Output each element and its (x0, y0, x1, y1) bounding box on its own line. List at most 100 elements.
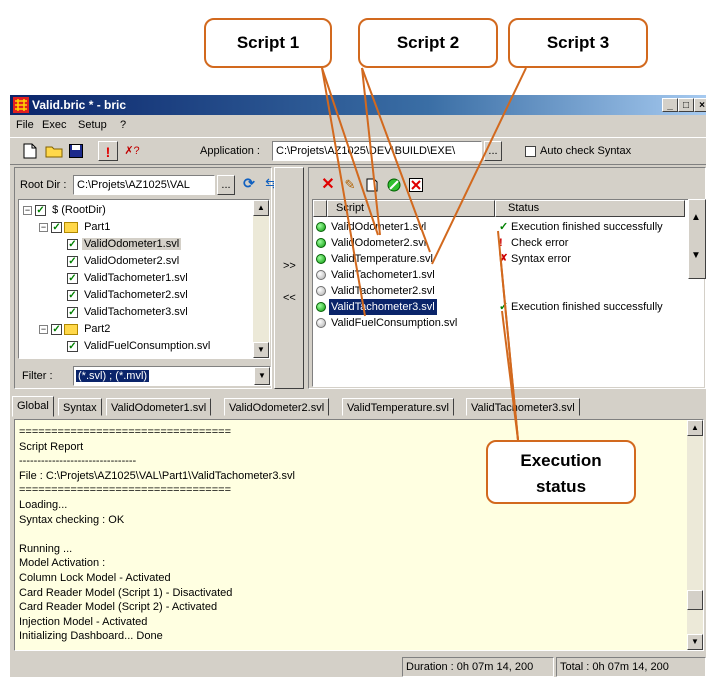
script-row[interactable]: ValidOdometer2.svl! Check error (313, 235, 685, 251)
tab-1[interactable]: Syntax (58, 398, 102, 416)
tree-scrollbar[interactable]: ▲ ▼ (253, 200, 269, 358)
new-script-icon[interactable] (362, 175, 382, 195)
tab-2[interactable]: ValidOdometer1.svl (106, 398, 212, 416)
tree-item-file[interactable]: ✓ ValidOdometer2.svl (55, 253, 181, 270)
tree-item-root[interactable]: − ✓ $ (RootDir) (23, 202, 108, 219)
root-dir-browse-button[interactable]: ... (217, 175, 235, 195)
tree-item-label: ValidFuelConsumption.svl (84, 340, 211, 352)
edit-icon[interactable]: ✎ (340, 175, 360, 195)
scroll-down-icon[interactable]: ▼ (687, 634, 703, 650)
col-header-status[interactable]: Status (495, 200, 685, 217)
status-icon: ✓ (499, 301, 509, 313)
tree-item-file[interactable]: ✓ ValidTachometer2.svl (55, 287, 190, 304)
tab-4[interactable]: ValidTemperature.svl (342, 398, 454, 416)
remove-script-button[interactable]: << (283, 292, 296, 304)
tree-checkbox[interactable]: ✓ (67, 272, 78, 284)
script-name: ValidTachometer3.svl (329, 299, 437, 315)
menu-file[interactable]: File (16, 119, 34, 131)
tree-item-label: ValidTachometer3.svl (84, 306, 188, 318)
menu-setup[interactable]: Setup (78, 119, 107, 131)
clear-status-icon[interactable] (406, 175, 426, 195)
log-line: Loading... (19, 499, 68, 511)
script-row[interactable]: ValidTachometer3.svl ✓ Execution finished … (313, 299, 685, 315)
file-tree: − ✓ $ (RootDir) − ✓ Part1 ✓ ValidOdometer1.sv… (18, 199, 270, 359)
status-text: Check error (511, 237, 569, 249)
auto-check-syntax-checkbox[interactable] (525, 146, 536, 157)
list-side-scroll: ▲ ▼ (688, 199, 706, 279)
log-line: Running ... (19, 542, 73, 555)
log-scrollbar[interactable]: ▲ ▼ (687, 420, 703, 650)
log-line: ================================= (19, 426, 231, 438)
add-script-button[interactable]: >> (283, 260, 296, 272)
app-icon (13, 97, 29, 113)
tree-item-file[interactable]: ✓ ValidTachometer3.svl (55, 304, 190, 321)
collapse-icon[interactable]: − (23, 205, 32, 215)
scroll-up-icon[interactable]: ▲ (691, 212, 701, 223)
script-row[interactable]: ValidTachometer1.svl (313, 267, 685, 283)
check-syntax-icon[interactable]: ✗? (122, 141, 142, 161)
menu-help[interactable]: ? (120, 119, 126, 131)
scroll-up-icon[interactable]: ▲ (687, 420, 703, 436)
scroll-thumb[interactable] (687, 590, 703, 610)
tab-0[interactable]: Global (12, 396, 54, 417)
tree-item-folder[interactable]: − ✓ Part2 (39, 321, 112, 338)
minimize-button[interactable]: _ (662, 98, 678, 112)
script-row[interactable]: ValidFuelConsumption.svl (313, 315, 685, 331)
collapse-icon[interactable]: − (39, 324, 48, 334)
chevron-down-icon[interactable]: ▼ (254, 367, 270, 385)
tree-checkbox[interactable]: ✓ (67, 306, 78, 318)
application-browse-button[interactable]: ... (484, 141, 502, 161)
tab-3[interactable]: ValidOdometer2.svl (224, 398, 330, 416)
col-header-script[interactable]: Script (327, 200, 495, 217)
callout-script3-text: Script 3 (546, 33, 610, 52)
script-row[interactable]: ValidTachometer2.svl (313, 283, 685, 299)
refresh-icon[interactable]: ⟳ (239, 173, 259, 193)
maximize-button[interactable]: □ (678, 98, 694, 112)
tree-checkbox[interactable]: ✓ (51, 323, 63, 335)
tree-item-file[interactable]: ✓ ValidOdometer1.svl (55, 236, 182, 253)
tree-checkbox[interactable]: ✓ (51, 221, 63, 233)
menu-exec[interactable]: Exec (42, 119, 66, 131)
filter-value: (*.svl) ; (*.mvl) (76, 370, 150, 382)
tree-checkbox[interactable]: ✓ (67, 340, 78, 352)
tree-checkbox[interactable]: ✓ (67, 255, 78, 267)
tab-5[interactable]: ValidTachometer3.svl (466, 398, 580, 416)
tree-checkbox[interactable]: ✓ (35, 204, 47, 216)
move-buttons-panel: >> << (274, 167, 304, 389)
scroll-down-icon[interactable]: ▼ (253, 342, 269, 358)
tree-item-file[interactable]: ✓ ValidFuelConsumption.svl (55, 338, 212, 355)
menu-bar: File Exec Setup ? (10, 116, 706, 134)
tree-item-label: ValidOdometer1.svl (82, 238, 182, 250)
open-folder-icon[interactable] (44, 141, 64, 161)
tree-item-label: ValidOdometer2.svl (84, 255, 180, 267)
window-title: Valid.bric * - bric (32, 98, 127, 112)
application-path-input[interactable]: C:\Projets\AZ1025\DEV\BUILD\EXE\ (272, 141, 482, 161)
duration-field: Duration : 0h 07m 14, 200 (402, 657, 554, 677)
script-row[interactable]: ValidOdometer1.svl ✓ Execution finished su… (313, 219, 685, 235)
root-dir-input[interactable]: C:\Projets\AZ1025\VAL (73, 175, 215, 195)
close-button[interactable]: × (694, 98, 706, 112)
collapse-icon[interactable]: − (39, 222, 48, 232)
new-file-icon[interactable] (20, 141, 40, 161)
save-icon[interactable] (66, 141, 86, 161)
filter-select[interactable]: (*.svl) ; (*.mvl) ▼ (73, 366, 271, 386)
status-green-dot-icon (316, 222, 326, 232)
callout-execution-status: Execution status (486, 440, 636, 504)
tree-checkbox[interactable]: ✓ (67, 238, 78, 250)
callout-execution-line1: Execution (520, 451, 602, 470)
tree-item-folder[interactable]: − ✓ Part1 (39, 219, 112, 236)
disable-icon[interactable] (384, 175, 404, 195)
status-green-dot-icon (316, 302, 326, 312)
application-label: Application : (200, 145, 260, 157)
scroll-up-icon[interactable]: ▲ (253, 200, 269, 216)
delete-icon[interactable]: ✕ (318, 175, 338, 195)
tree-checkbox[interactable]: ✓ (67, 289, 78, 301)
title-bar: Valid.bric * - bric _ □ × (10, 95, 706, 115)
callout-script1-text: Script 1 (236, 33, 300, 52)
status-gray-dot-icon (316, 318, 326, 328)
tree-item-file[interactable]: ✓ ValidTachometer1.svl (55, 270, 190, 287)
stop-icon[interactable]: ! (98, 141, 118, 161)
scroll-down-icon[interactable]: ▼ (691, 250, 701, 261)
status-text: Syntax error (511, 253, 571, 265)
script-row[interactable]: ValidTemperature.svl ✗ Syntax error (313, 251, 685, 267)
